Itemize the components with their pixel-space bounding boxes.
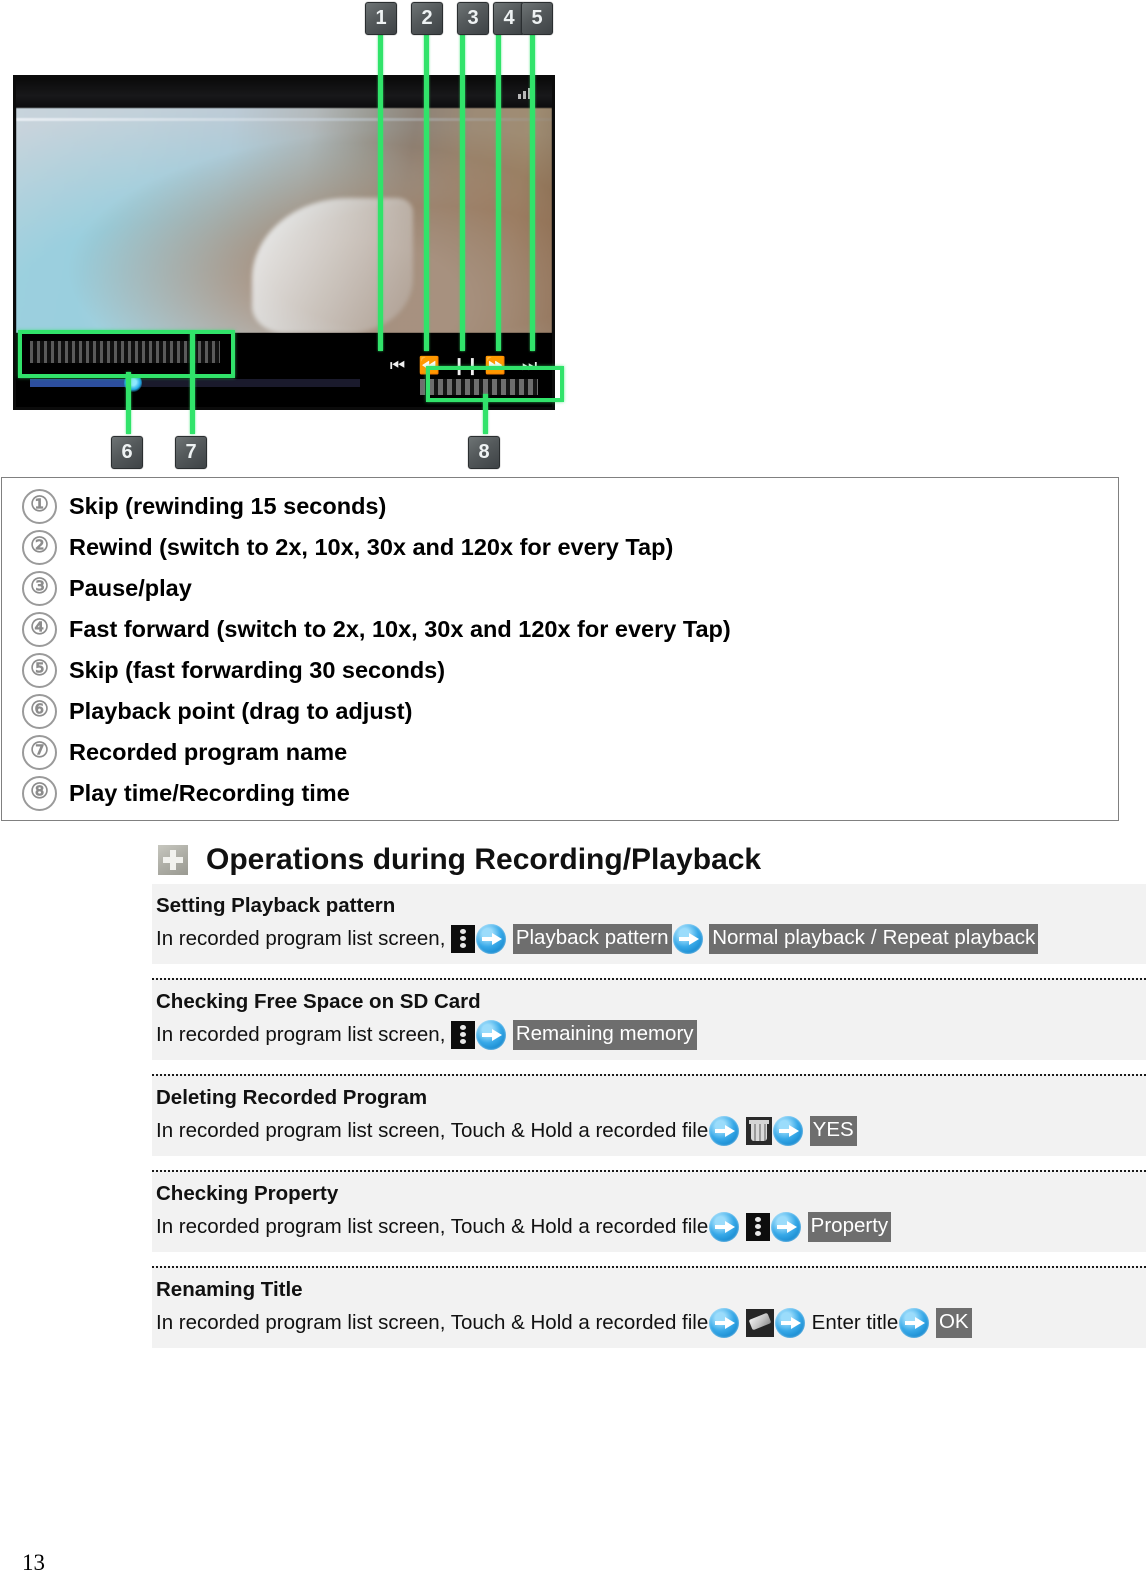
seek-bar-fill	[30, 379, 130, 387]
operation-steps: In recorded program list screen, Playbac…	[156, 921, 1146, 955]
operation-steps: In recorded program list screen, Touch &…	[156, 1113, 1146, 1147]
operation-title: Setting Playback pattern	[156, 894, 396, 917]
leader-line-7	[190, 332, 195, 434]
key-remaining-memory[interactable]: Remaining memory	[512, 1019, 697, 1050]
callout-badge-6: 6	[111, 436, 143, 469]
legend-number-2: ②	[22, 530, 57, 565]
operation-steps: In recorded program list screen, Touch &…	[156, 1209, 1146, 1243]
callout-badge-5: 5	[521, 2, 553, 35]
arrow-right-icon	[709, 1115, 740, 1146]
legend-label-7: Recorded program name	[69, 739, 348, 765]
legend-label-4: Fast forward (switch to 2x, 10x, 30x and…	[69, 616, 731, 642]
legend-number-8: ⑧	[22, 776, 57, 811]
key-normal-playback[interactable]: Normal playback	[709, 923, 868, 954]
seek-bar[interactable]	[30, 374, 360, 392]
operation-lead-text: In recorded program list screen, Touch &…	[156, 1119, 709, 1143]
overflow-menu-icon[interactable]	[451, 1020, 476, 1049]
legend-number-4: ④	[22, 612, 57, 647]
operation-lead-text: In recorded program list screen, Touch &…	[156, 1215, 709, 1239]
arrow-right-icon	[476, 1019, 507, 1050]
arrow-right-icon	[899, 1307, 930, 1338]
operation-steps: In recorded program list screen, Remaini…	[156, 1017, 1146, 1051]
section-title: Operations during Recording/Playback	[206, 843, 762, 876]
legend-item-4: ④ Fast forward (switch to 2x, 10x, 30x a…	[2, 609, 1118, 650]
plus-icon	[158, 845, 188, 875]
highlight-time	[426, 366, 564, 402]
callout-badge-2: 2	[411, 2, 443, 35]
arrow-right-icon	[672, 923, 703, 954]
legend-label-1: Skip (rewinding 15 seconds)	[69, 493, 387, 519]
arrow-right-icon	[709, 1211, 740, 1242]
player-screenshot-figure: 1 2 3 4 5 ⏮ ⏪ ❙❙ ⏩ ⏭ 6 7 8	[0, 0, 564, 472]
operations-table: Setting Playback pattern In recorded pro…	[152, 884, 1146, 1349]
arrow-right-icon	[770, 1211, 801, 1242]
video-horizon	[16, 118, 552, 121]
leader-line-8	[483, 394, 488, 434]
legend-item-5: ⑤ Skip (fast forwarding 30 seconds)	[2, 650, 1118, 691]
operation-lead-text: In recorded program list screen,	[156, 1023, 446, 1047]
pencil-edit-icon[interactable]	[745, 1308, 774, 1337]
leader-line-1	[378, 33, 383, 351]
skip-back-icon[interactable]: ⏮	[384, 355, 410, 377]
leader-line-3	[460, 33, 465, 351]
legend-item-1: ① Skip (rewinding 15 seconds)	[2, 486, 1118, 527]
page-number: 13	[22, 1550, 45, 1575]
legend-label-8: Play time/Recording time	[69, 780, 350, 806]
arrow-right-icon	[772, 1115, 803, 1146]
arrow-right-icon	[476, 923, 507, 954]
legend-item-7: ⑦ Recorded program name	[2, 732, 1118, 773]
section-heading: Operations during Recording/Playback	[158, 843, 761, 877]
legend-label-6: Playback point (drag to adjust)	[69, 698, 413, 724]
overflow-menu-icon[interactable]	[451, 924, 476, 953]
operation-mid-text: Enter title	[811, 1311, 899, 1335]
callout-badge-7: 7	[175, 436, 207, 469]
callout-badge-8: 8	[468, 436, 500, 469]
operation-title: Checking Free Space on SD Card	[156, 990, 481, 1014]
operation-lead-text: In recorded program list screen,	[156, 927, 446, 951]
operation-steps: In recorded program list screen, Touch &…	[156, 1305, 1146, 1339]
operation-title: Deleting Recorded Program	[156, 1086, 428, 1110]
key-yes[interactable]: YES	[809, 1115, 857, 1146]
arrow-right-icon	[709, 1307, 740, 1338]
operation-title: Renaming Title	[156, 1278, 303, 1302]
leader-line-2	[424, 33, 429, 351]
leader-line-6	[126, 372, 131, 434]
callout-badge-1: 1	[365, 2, 397, 35]
legend-item-6: ⑥ Playback point (drag to adjust)	[2, 691, 1118, 732]
status-bar	[16, 78, 552, 108]
leader-line-5	[530, 33, 535, 351]
trash-icon[interactable]	[745, 1116, 772, 1145]
legend-number-6: ⑥	[22, 694, 57, 729]
video-frame	[16, 108, 552, 333]
legend-table: ① Skip (rewinding 15 seconds) ② Rewind (…	[1, 477, 1119, 821]
legend-number-5: ⑤	[22, 653, 57, 688]
key-playback-pattern[interactable]: Playback pattern	[512, 923, 672, 954]
operation-title: Checking Property	[156, 1182, 339, 1206]
key-property[interactable]: Property	[807, 1211, 892, 1242]
legend-number-1: ①	[22, 489, 57, 524]
video-shore	[251, 198, 413, 333]
legend-number-7: ⑦	[22, 735, 57, 770]
operation-row-setting-playback-pattern: Setting Playback pattern In recorded pro…	[152, 884, 1146, 965]
arrow-right-icon	[774, 1307, 805, 1338]
overflow-menu-icon[interactable]	[745, 1212, 770, 1241]
legend-item-8: ⑧ Play time/Recording time	[2, 773, 1118, 814]
highlight-program-name	[18, 330, 235, 378]
legend-number-3: ③	[22, 571, 57, 606]
operation-row-checking-property: Checking Property In recorded program li…	[152, 1170, 1146, 1253]
operation-row-checking-free-space: Checking Free Space on SD Card In record…	[152, 978, 1146, 1061]
legend-item-3: ③ Pause/play	[2, 568, 1118, 609]
operation-row-deleting-recorded-program: Deleting Recorded Program In recorded pr…	[152, 1074, 1146, 1157]
legend-item-2: ② Rewind (switch to 2x, 10x, 30x and 120…	[2, 527, 1118, 568]
legend-label-2: Rewind (switch to 2x, 10x, 30x and 120x …	[69, 534, 674, 560]
legend-label-3: Pause/play	[69, 575, 192, 601]
key-repeat-playback[interactable]: Repeat playback	[879, 923, 1039, 954]
key-separator: /	[867, 923, 880, 954]
legend-label-5: Skip (fast forwarding 30 seconds)	[69, 657, 446, 683]
key-ok[interactable]: OK	[935, 1307, 972, 1338]
operation-row-renaming-title: Renaming Title In recorded program list …	[152, 1266, 1146, 1349]
leader-line-4	[496, 33, 501, 351]
operation-lead-text: In recorded program list screen, Touch &…	[156, 1311, 709, 1335]
callout-badge-3: 3	[457, 2, 489, 35]
